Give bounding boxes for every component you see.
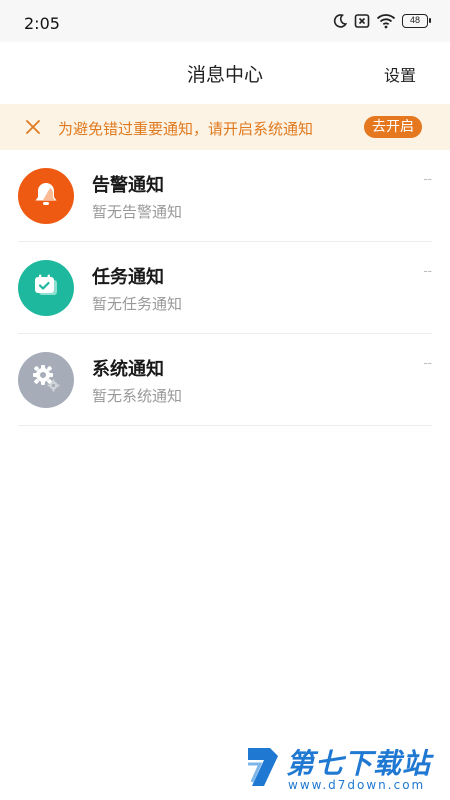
list-item-task[interactable]: 任务通知 暂无任务通知 -- (18, 242, 432, 334)
wifi-icon (376, 13, 396, 29)
watermark: 第七下载站 www.d7down.com (244, 742, 444, 796)
watermark-url: www.d7down.com (288, 778, 426, 792)
item-time: -- (423, 264, 432, 278)
notification-permission-banner: 为避免错过重要通知，请开启系统通知 去开启 (0, 104, 450, 150)
item-title: 任务通知 (92, 267, 164, 288)
page-title: 消息中心 (186, 64, 263, 86)
list-item-alarm[interactable]: 告警通知 暂无告警通知 -- (18, 150, 432, 242)
item-time: -- (423, 356, 432, 370)
item-subtitle: 暂无告警通知 (92, 203, 183, 221)
calendar-check-icon (31, 271, 61, 305)
system-avatar (18, 352, 74, 408)
item-subtitle: 暂无系统通知 (92, 387, 183, 405)
item-title: 告警通知 (92, 175, 164, 196)
watermark-logo-icon (244, 744, 282, 790)
status-bar: 2:05 48 (0, 0, 450, 42)
alarm-avatar (18, 168, 74, 224)
watermark-name: 第七下载站 (286, 747, 432, 780)
banner-text: 为避免错过重要通知，请开启系统通知 (58, 120, 314, 138)
bell-icon (31, 179, 61, 213)
status-icons: 48 (332, 13, 431, 29)
settings-button[interactable]: 设置 (384, 62, 416, 86)
enable-notifications-button[interactable]: 去开启 (364, 116, 422, 138)
list-item-system[interactable]: 系统通知 暂无系统通知 -- (18, 334, 432, 426)
moon-icon (332, 13, 348, 29)
notification-category-list: 告警通知 暂无告警通知 -- 任务通知 暂无任务通知 -- 系统通知 暂无系统通… (18, 150, 432, 426)
item-title: 系统通知 (92, 359, 164, 380)
task-avatar (18, 260, 74, 316)
close-icon[interactable] (24, 118, 42, 136)
gear-icon (30, 362, 62, 398)
header: 消息中心 设置 (0, 42, 450, 102)
battery-indicator: 48 (402, 14, 431, 28)
sim-disabled-icon (354, 13, 370, 29)
item-time: -- (423, 172, 432, 186)
item-subtitle: 暂无任务通知 (92, 295, 183, 313)
status-time: 2:05 (24, 14, 60, 33)
